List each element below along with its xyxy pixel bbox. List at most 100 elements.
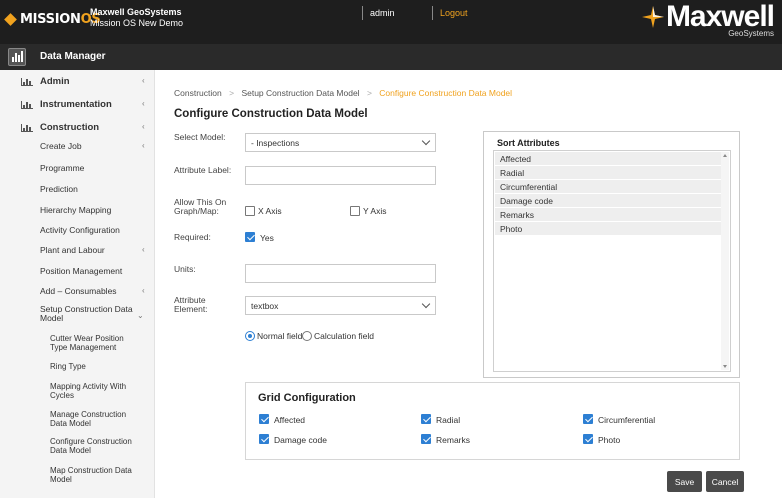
top-header: MISSIONOS Maxwell GeoSystems Mission OS … — [0, 0, 782, 44]
sidebar-item-label: Prediction — [40, 184, 78, 194]
sidebar-item-label: Manage Construction Data Model — [50, 410, 127, 428]
org-info: Maxwell GeoSystems Mission OS New Demo — [90, 7, 183, 29]
sidebar-item-label: Ring Type — [50, 362, 86, 371]
units-input[interactable] — [245, 264, 436, 283]
missionos-logo[interactable]: MISSIONOS — [4, 12, 101, 27]
sidebar-item-configure-construction-data-model[interactable]: Configure Construction Data Model — [0, 437, 154, 456]
chevron-down-icon — [421, 136, 431, 146]
normal-field-radio[interactable] — [245, 331, 255, 341]
sidebar-item-hierarchy-mapping[interactable]: Hierarchy Mapping — [0, 205, 154, 219]
sidebar-item-label: Configure Construction Data Model — [50, 437, 132, 455]
brand-name: Maxwell — [665, 0, 775, 33]
sidebar-item-instrumentation[interactable]: Instrumentation ‹ — [0, 99, 154, 115]
y-axis-checkbox[interactable] — [350, 206, 360, 216]
scroll-up-icon[interactable] — [723, 154, 727, 157]
grid-configuration-title: Grid Configuration — [258, 392, 356, 404]
page-title: Configure Construction Data Model — [174, 108, 368, 120]
grid-damage-code-checkbox[interactable] — [259, 434, 269, 444]
breadcrumb-link[interactable]: Construction — [174, 88, 222, 98]
module-bar: Data Manager — [0, 44, 782, 70]
x-axis-label: X Axis — [258, 206, 282, 216]
sidebar-item-prediction[interactable]: Prediction — [0, 184, 154, 198]
y-axis-label: Y Axis — [363, 206, 387, 216]
sidebar-item-ring-type[interactable]: Ring Type — [0, 362, 154, 375]
grid-radial-checkbox[interactable] — [421, 414, 431, 424]
sidebar-item-construction[interactable]: Construction ‹ — [0, 122, 154, 138]
org-project: Mission OS New Demo — [90, 18, 184, 28]
sidebar-item-create-job[interactable]: Create Job ‹ — [0, 141, 154, 155]
sort-attribute-item[interactable]: Radial — [495, 166, 721, 179]
attribute-element-value: textbox — [251, 301, 279, 311]
sidebar-item-mapping-activity[interactable]: Mapping Activity With Cycles — [0, 382, 154, 401]
attribute-element-label: Attribute Element: — [174, 295, 208, 314]
sidebar-item-label: Map Construction Data Model — [50, 466, 132, 484]
breadcrumb-separator: > — [229, 88, 235, 98]
sidebar-item-label: Create Job — [40, 141, 82, 151]
chevron-down-icon — [421, 299, 431, 309]
grid-item-label: Photo — [598, 435, 621, 445]
breadcrumb: Construction > Setup Construction Data M… — [174, 88, 512, 98]
grid-item-label: Affected — [274, 415, 306, 425]
save-button[interactable]: Save — [667, 471, 702, 492]
sort-list-scrollbar[interactable] — [721, 152, 729, 370]
breadcrumb-link[interactable]: Setup Construction Data Model — [241, 88, 359, 98]
sidebar-item-position-management[interactable]: Position Management — [0, 266, 154, 280]
chevron-left-icon: ‹ — [142, 99, 145, 108]
sort-attribute-item[interactable]: Circumferential — [495, 180, 721, 193]
attribute-element-dropdown[interactable]: textbox — [245, 296, 436, 315]
attribute-label-input[interactable] — [245, 166, 436, 185]
units-label: Units: — [174, 264, 196, 274]
sidebar-item-admin[interactable]: Admin ‹ — [0, 76, 154, 92]
sort-attribute-item[interactable]: Photo — [495, 222, 721, 235]
chevron-left-icon: ‹ — [142, 245, 145, 254]
org-name: Maxwell GeoSystems — [90, 7, 182, 17]
header-divider — [432, 6, 433, 20]
sidebar-item-label: Programme — [40, 163, 85, 173]
sidebar-item-label: Plant and Labour — [40, 245, 105, 255]
grid-item-label: Radial — [436, 415, 461, 425]
user-name[interactable]: admin — [370, 8, 395, 18]
sidebar-item-manage-construction-data-model[interactable]: Manage Construction Data Model — [0, 410, 154, 429]
grid-affected-checkbox[interactable] — [259, 414, 269, 424]
sidebar-item-label: Mapping Activity With Cycles — [50, 382, 127, 400]
bar-chart-icon — [21, 78, 33, 86]
maxwell-brand-logo: Maxwell GeoSystems — [641, 0, 775, 38]
sidebar-item-setup-construction-data-model[interactable]: Setup Construction Data Model ⌄ — [0, 305, 154, 327]
grid-remarks-checkbox[interactable] — [421, 434, 431, 444]
sidebar: Admin ‹ Instrumentation ‹ Construction ‹… — [0, 70, 155, 498]
x-axis-checkbox[interactable] — [245, 206, 255, 216]
sidebar-item-label: Construction — [40, 122, 100, 133]
bar-chart-icon[interactable] — [8, 48, 26, 66]
grid-item-label: Remarks — [436, 435, 471, 445]
grid-circumferential-checkbox[interactable] — [583, 414, 593, 424]
sidebar-item-activity-configuration[interactable]: Activity Configuration — [0, 225, 154, 239]
bar-chart-icon — [21, 101, 33, 109]
logo-diamond-icon — [4, 13, 17, 26]
grid-photo-checkbox[interactable] — [583, 434, 593, 444]
breadcrumb-current: Configure Construction Data Model — [379, 88, 513, 98]
sidebar-item-programme[interactable]: Programme — [0, 163, 154, 177]
logo-main-text: MISSION — [20, 12, 81, 27]
sort-attribute-item[interactable]: Damage code — [495, 194, 721, 207]
sidebar-item-add-consumables[interactable]: Add – Consumables ‹ — [0, 286, 154, 300]
breadcrumb-separator: > — [366, 88, 372, 98]
required-checkbox[interactable] — [245, 232, 255, 242]
sidebar-item-cutter-wear[interactable]: Cutter Wear Position Type Management — [0, 334, 154, 353]
sort-attribute-item[interactable]: Affected — [495, 152, 721, 165]
chevron-left-icon: ‹ — [142, 122, 145, 131]
sort-attribute-item[interactable]: Remarks — [495, 208, 721, 221]
sort-attributes-list[interactable]: Affected Radial Circumferential Damage c… — [493, 150, 731, 372]
calculation-field-radio[interactable] — [302, 331, 312, 341]
sidebar-item-map-construction-data-model[interactable]: Map Construction Data Model — [0, 466, 154, 485]
sidebar-item-plant-and-labour[interactable]: Plant and Labour ‹ — [0, 245, 154, 259]
sidebar-item-label: Hierarchy Mapping — [40, 205, 112, 215]
calculation-field-label: Calculation field — [314, 331, 375, 341]
scroll-down-icon[interactable] — [723, 365, 727, 368]
logout-link[interactable]: Logout — [440, 8, 468, 18]
cancel-button[interactable]: Cancel — [706, 471, 744, 492]
sidebar-item-label: Instrumentation — [40, 99, 112, 110]
normal-field-label: Normal field — [257, 331, 303, 341]
bar-chart-icon — [21, 124, 33, 132]
sort-attributes-title: Sort Attributes — [497, 138, 560, 148]
select-model-dropdown[interactable]: - Inspections — [245, 133, 436, 152]
